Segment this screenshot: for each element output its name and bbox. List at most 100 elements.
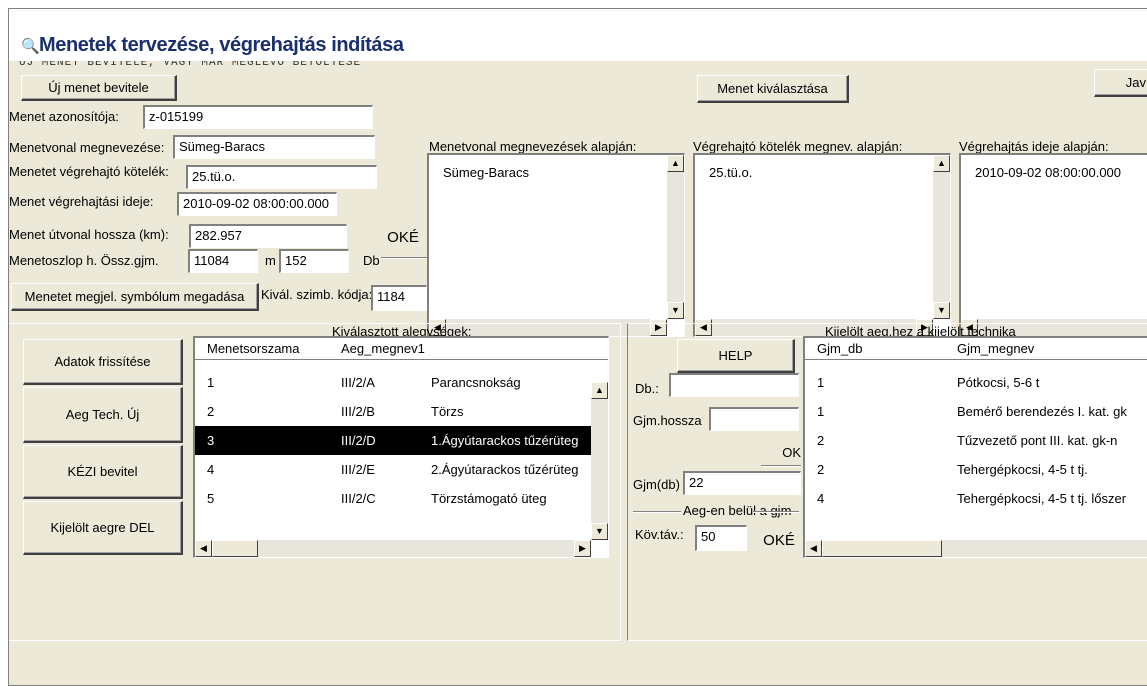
delete-selected-button[interactable]: Kijelölt aegre DEL: [23, 501, 183, 555]
menet-id-label: Menet azonosítója:: [9, 109, 119, 124]
cell-num: 5: [207, 491, 215, 506]
db-label: Db.:: [635, 381, 659, 396]
menet-id-field[interactable]: z-015199: [143, 105, 373, 129]
cell-code: III/2/A: [341, 375, 375, 390]
route-length-field[interactable]: 282.957: [189, 224, 347, 248]
cell-count: 1: [817, 404, 825, 419]
vehicle-count-field[interactable]: 152: [279, 249, 349, 273]
route-name-label: Menetvonal megnevezése:: [9, 140, 165, 155]
cell-name: Parancsnokság: [431, 375, 521, 390]
column-length-label: Menetoszlop h. Össz.gjm.: [9, 253, 159, 268]
gjm-length-field[interactable]: [709, 407, 799, 431]
new-menet-button[interactable]: Új menet bevitele: [21, 75, 177, 101]
scroll-left-icon[interactable]: ◀: [805, 540, 822, 557]
scroll-thumb[interactable]: [822, 540, 942, 557]
table-row[interactable]: 1 Bemérő berendezés I. kat. gk: [805, 397, 1147, 426]
table-row[interactable]: 2 Tehergépkocsi, 4-5 t tj.: [805, 455, 1147, 484]
jav-button[interactable]: Jav: [1094, 69, 1147, 97]
table-row[interactable]: 4 III/2/E 2.Ágyútarackos tűzérüteg: [195, 455, 591, 484]
cell-name: 1.Ágyútarackos tűzérüteg: [431, 433, 579, 448]
scroll-thumb[interactable]: [212, 540, 258, 557]
gjm-db-field: 22: [683, 471, 801, 495]
route-name-field[interactable]: Sümeg-Baracs: [173, 135, 375, 159]
list-item[interactable]: Sümeg-Baracs: [443, 165, 529, 180]
scroll-down-icon[interactable]: ▼: [591, 523, 608, 540]
table-row[interactable]: 1 III/2/A Parancsnokság: [195, 368, 591, 397]
distance-label: Köv.táv.:: [635, 527, 684, 542]
scroll-right-icon[interactable]: ▶: [574, 540, 591, 557]
cell-count: 1: [817, 375, 825, 390]
unit-field[interactable]: 25.tü.o.: [186, 165, 377, 189]
list-item[interactable]: 2010-09-02 08:00:00.000: [975, 165, 1121, 180]
vertical-scrollbar[interactable]: ▲ ▼: [933, 155, 950, 319]
time-listbox[interactable]: 2010-09-02 08:00:00.000 ◀: [959, 153, 1147, 337]
exec-time-field[interactable]: 2010-09-02 08:00:00.000: [177, 192, 337, 216]
cell-name: Bemérő berendezés I. kat. gk: [957, 404, 1127, 419]
manual-entry-button[interactable]: KÉZI bevitel: [23, 445, 183, 499]
length-ok-button[interactable]: OK: [761, 439, 801, 465]
column-length-unit: m: [265, 253, 276, 268]
scroll-down-icon[interactable]: ▼: [933, 302, 950, 319]
scroll-up-icon[interactable]: ▲: [591, 382, 608, 399]
distance-ok-button[interactable]: OKÉ: [759, 527, 799, 553]
list-unit-header: Végrehajtó kötelék megnev. alapján:: [693, 139, 903, 154]
distance-field[interactable]: 50: [695, 525, 747, 551]
column-length-field[interactable]: 11084: [188, 249, 258, 273]
title-bar: 🔍 Menetek tervezése, végrehajtás indítás…: [9, 9, 1147, 61]
cell-num: 2: [207, 404, 215, 419]
tech-grid-header: Gjm_db Gjm_megnev: [805, 338, 1147, 360]
list-item[interactable]: 25.tü.o.: [709, 165, 752, 180]
list-route-header: Menetvonal megnevezések alapján:: [429, 139, 637, 154]
ok-underline: [761, 465, 801, 467]
table-row[interactable]: 2 III/2/B Törzs: [195, 397, 591, 426]
table-row[interactable]: 1 Pótkocsi, 5-6 t: [805, 368, 1147, 397]
units-grid-header: Menetsorszama Aeg_megnev1: [195, 338, 608, 360]
cell-name: Törzs: [431, 404, 464, 419]
window-title: Menetek tervezése, végrehajtás indítása: [39, 34, 404, 56]
cell-code: III/2/E: [341, 462, 375, 477]
tech-grid[interactable]: Gjm_db Gjm_megnev 1 Pótkocsi, 5-6 t 1 Be…: [803, 336, 1147, 558]
column-header[interactable]: Aeg_megnev1: [341, 341, 425, 356]
symbol-code-field[interactable]: 1184: [371, 285, 427, 311]
scroll-down-icon[interactable]: ▼: [667, 302, 684, 319]
list-time-header: Végrehajtás ideje alapján:: [959, 139, 1109, 154]
table-row[interactable]: 5 III/2/C Törzstámogató üteg: [195, 484, 591, 506]
scroll-up-icon[interactable]: ▲: [667, 155, 684, 172]
client-area: ÚJ MENET BEVITELE, VAGY MÁR MEGLÉVŐ BETÖ…: [9, 61, 1147, 685]
application-window: 🔍 Menetek tervezése, végrehajtás indítás…: [8, 8, 1147, 686]
table-row[interactable]: 2 Tűzvezető pont III. kat. gk-n: [805, 426, 1147, 455]
db-field[interactable]: [669, 373, 799, 397]
scroll-left-icon[interactable]: ◀: [195, 540, 212, 557]
exec-time-label: Menet végrehajtási ideje:: [9, 194, 154, 209]
cell-name: Tehergépkocsi, 4-5 t tj.: [957, 462, 1088, 477]
select-menet-button[interactable]: Menet kiválasztása: [697, 75, 849, 103]
vertical-scrollbar[interactable]: ▲ ▼: [591, 382, 608, 540]
cell-name: Pótkocsi, 5-6 t: [957, 375, 1040, 390]
symbol-code-label: Kivál. szimb. kódja:: [261, 287, 373, 302]
units-grid[interactable]: Menetsorszama Aeg_megnev1 1 III/2/A Para…: [193, 336, 609, 558]
column-header[interactable]: Gjm_db: [817, 341, 863, 356]
gjm-db-label: Gjm(db): [633, 477, 680, 492]
horizontal-scrollbar[interactable]: ◀: [805, 540, 1147, 557]
table-row-selected[interactable]: 3 III/2/D 1.Ágyútarackos tűzérüteg: [195, 426, 591, 455]
table-row[interactable]: 4 Tehergépkocsi, 4-5 t tj. lőszer: [805, 484, 1147, 506]
gjm-length-label: Gjm.hossza: [633, 413, 702, 428]
unit-listbox[interactable]: 25.tü.o. ▲ ▼ ◀ ▶: [693, 153, 951, 337]
window-subtitle: ÚJ MENET BEVITELE, VAGY MÁR MEGLÉVŐ BETÖ…: [19, 61, 362, 69]
cell-num: 3: [207, 433, 215, 448]
cell-num: 4: [207, 462, 215, 477]
aeg-tech-new-button[interactable]: Aeg Tech. Új: [23, 387, 183, 443]
form-ok-button[interactable]: OKÉ: [381, 217, 425, 257]
unit-label: Menetet végrehajtó kötelék:: [9, 164, 169, 179]
column-header[interactable]: Menetsorszama: [207, 341, 299, 356]
route-listbox[interactable]: Sümeg-Baracs ▲ ▼ ◀ ▶: [427, 153, 685, 337]
vertical-scrollbar[interactable]: ▲ ▼: [667, 155, 684, 319]
column-header[interactable]: Gjm_megnev: [957, 341, 1034, 356]
horizontal-scrollbar[interactable]: ◀ ▶: [195, 540, 591, 557]
scroll-up-icon[interactable]: ▲: [933, 155, 950, 172]
cell-name: Tűzvezető pont III. kat. gk-n: [957, 433, 1118, 448]
refresh-button[interactable]: Adatok frissítése: [23, 339, 183, 385]
symbol-button[interactable]: Menetet megjel. symbólum megadása: [11, 283, 259, 311]
help-button[interactable]: HELP: [677, 339, 795, 373]
cell-name: Tehergépkocsi, 4-5 t tj. lőszer: [957, 491, 1127, 506]
